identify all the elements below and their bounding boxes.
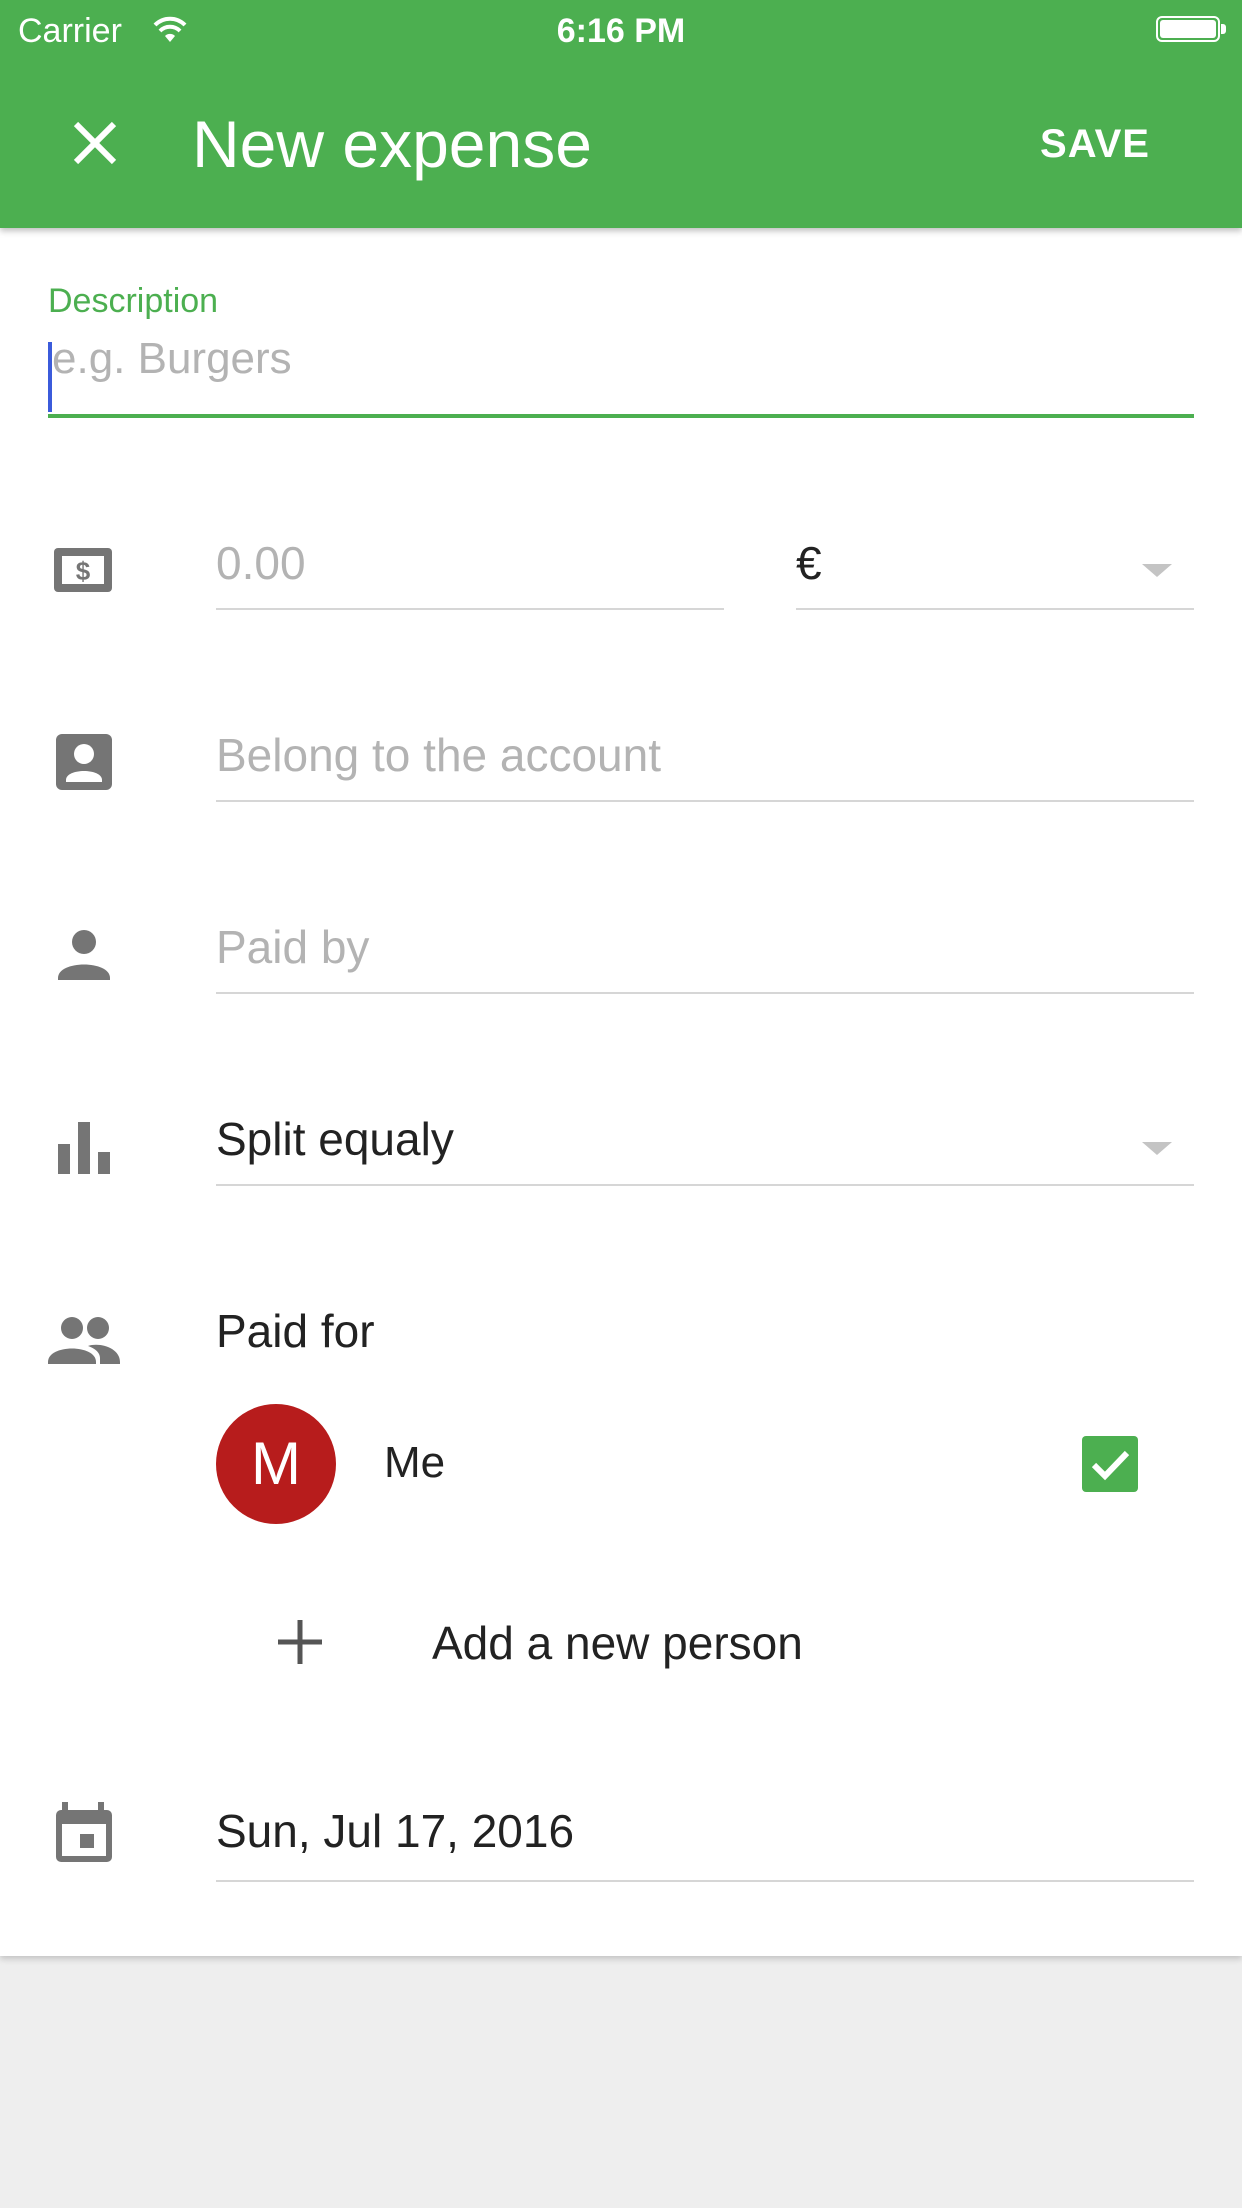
currency-select[interactable]: € (796, 536, 822, 590)
status-bar: Carrier 6:16 PM (0, 0, 1242, 62)
paid-by-underline (216, 992, 1194, 994)
currency-dropdown-icon[interactable] (1142, 564, 1172, 577)
description-input[interactable] (48, 328, 1198, 390)
description-underline (48, 414, 1194, 418)
money-icon: $ (48, 534, 120, 606)
expense-form: Description $ 0.00 € Belong to the accou… (0, 228, 1242, 1956)
account-input[interactable]: Belong to the account (216, 728, 661, 782)
svg-text:$: $ (76, 556, 91, 586)
close-icon (73, 121, 117, 165)
date-underline (216, 1880, 1194, 1882)
person-checkbox[interactable] (1082, 1436, 1138, 1492)
person-name: Me (384, 1438, 446, 1487)
bar-chart-icon (48, 1112, 120, 1184)
add-icon[interactable] (276, 1618, 324, 1666)
person-icon (48, 918, 120, 990)
app-bar: Carrier 6:16 PM New expense SAVE (0, 0, 1242, 228)
amount-input[interactable]: 0.00 (216, 536, 306, 590)
amount-underline (216, 608, 724, 610)
avatar: M (216, 1404, 336, 1524)
page-title: New expense (192, 107, 592, 181)
paid-for-label: Paid for (216, 1305, 375, 1357)
split-select[interactable]: Split equaly (216, 1112, 454, 1166)
currency-underline (796, 608, 1194, 610)
split-dropdown-icon[interactable] (1142, 1142, 1172, 1155)
text-cursor (48, 342, 52, 412)
paid-by-input[interactable]: Paid by (216, 920, 369, 974)
calendar-icon (48, 1798, 120, 1870)
checkmark-icon (1091, 1450, 1130, 1481)
save-button[interactable]: SAVE (1040, 122, 1150, 167)
split-underline (216, 1184, 1194, 1186)
add-person-button[interactable]: Add a new person (432, 1616, 803, 1670)
account-box-icon (48, 726, 120, 798)
battery-icon (1156, 16, 1226, 42)
account-underline (216, 800, 1194, 802)
status-time: 6:16 PM (556, 12, 686, 50)
group-icon (44, 1304, 124, 1376)
date-field[interactable]: Sun, Jul 17, 2016 (216, 1804, 574, 1858)
description-label: Description (48, 282, 219, 320)
close-button[interactable] (62, 110, 128, 176)
